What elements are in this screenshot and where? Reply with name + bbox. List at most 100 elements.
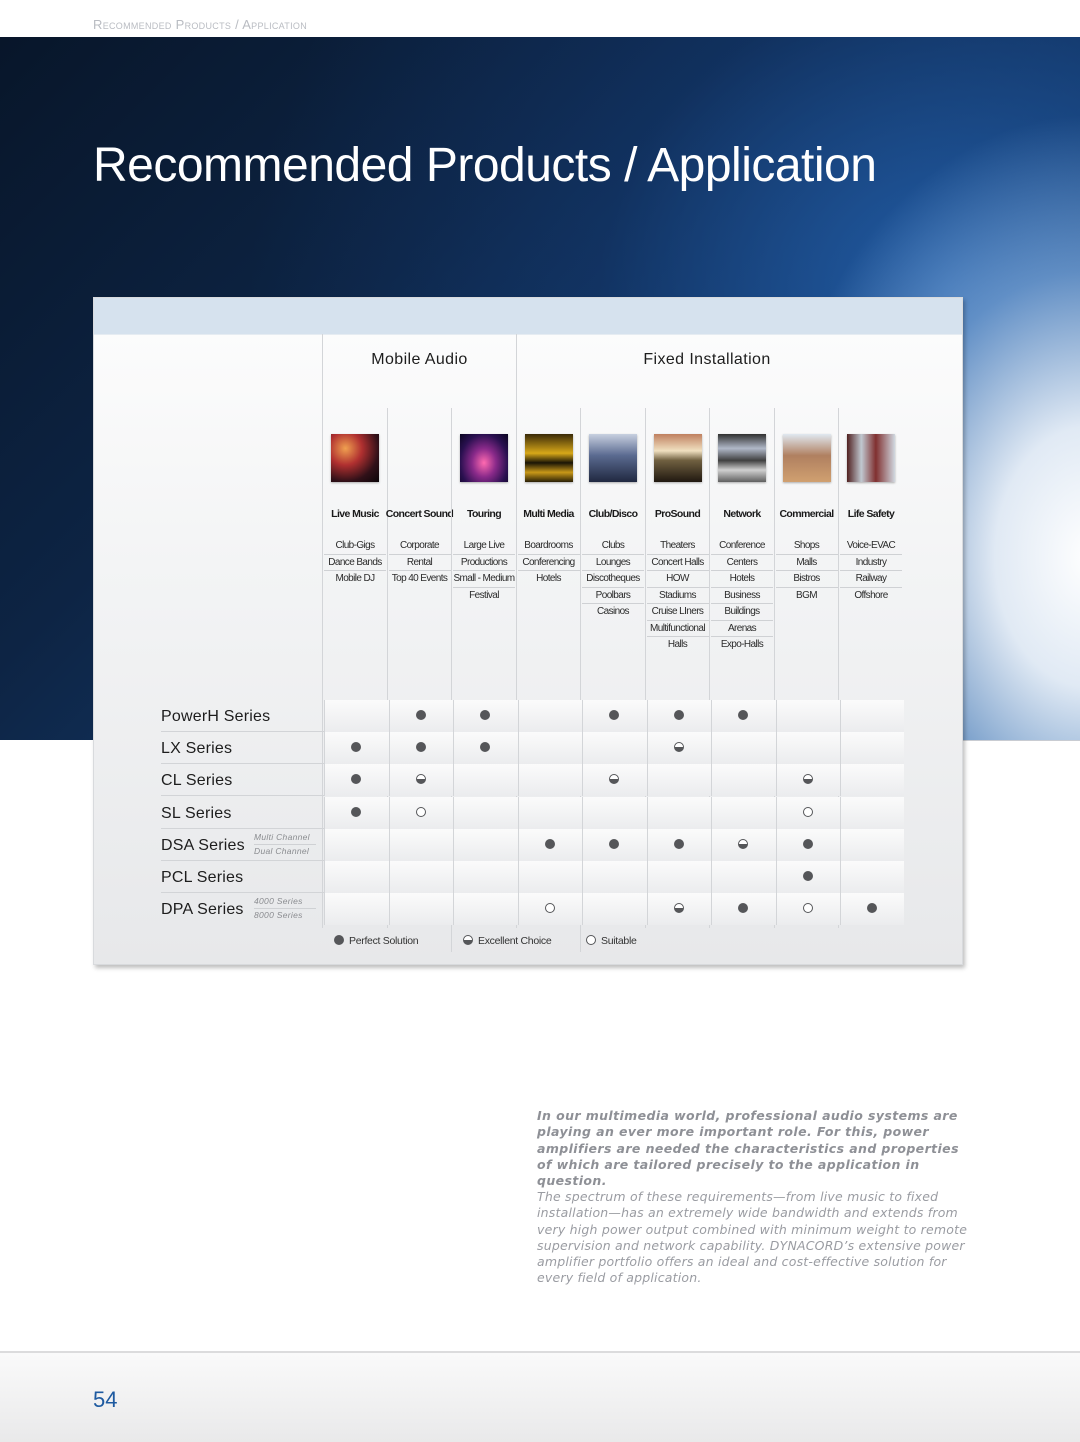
rating-cell: [582, 732, 647, 765]
prosound-photo: [653, 434, 702, 482]
rating-cell: [711, 700, 776, 732]
rating-cell: [517, 732, 583, 765]
column-title: Club/Disco: [588, 508, 638, 520]
product-name: PCL Series: [161, 869, 244, 886]
divider: [580, 928, 581, 952]
page-title: Recommended Products / Application: [93, 139, 877, 192]
rating-cell: [582, 861, 647, 893]
network-photo: [718, 434, 766, 482]
rating-cell: [711, 893, 776, 926]
intro-paragraph: In our multimedia world, professional au…: [537, 1108, 959, 1189]
application-item: Club-Gigs: [324, 538, 386, 555]
rating-cell: [646, 796, 712, 829]
application-item: Voice-EVAC: [840, 538, 902, 555]
application-column: Club/Disco Clubs Lounges Discotheques Poolba…: [580, 408, 645, 928]
rating-cell: [453, 828, 518, 861]
rating-cell: [453, 700, 518, 732]
application-item: Discotheques: [582, 571, 644, 588]
application-item: Multifunctional: [646, 621, 709, 637]
legend-excellent: Excellent Choice: [463, 934, 552, 947]
commercial-photo: [782, 434, 831, 482]
life-safety-photo: [847, 434, 895, 482]
rating-cell: [324, 732, 389, 765]
rating-cell: [775, 764, 841, 797]
application-item: Industry: [840, 555, 902, 571]
application-item: Bistros: [775, 571, 838, 588]
filled-circle-icon: [334, 935, 344, 945]
footer: 54: [0, 1351, 1080, 1442]
rating-cells: [324, 764, 905, 797]
body-paragraph: The spectrum of these requirements—from …: [537, 1189, 968, 1286]
rating-cell: [324, 764, 389, 797]
empty-circle-icon: [586, 935, 596, 945]
rating-cell: [388, 764, 454, 797]
rating-cells: [324, 796, 904, 829]
product-row: DSA Series Multi Channel Dual Channel: [149, 828, 905, 861]
rating-cell: [840, 764, 905, 797]
rating-cell: [646, 764, 712, 797]
rating-cells: [324, 700, 904, 732]
rating-cell: [775, 700, 841, 732]
application-item: Expo-Halls: [720, 639, 764, 650]
column-title: Network: [723, 508, 761, 520]
rating-cell: [711, 861, 776, 893]
filled-circle-icon: [738, 710, 748, 720]
rating-cell: [711, 828, 776, 861]
column-title: Concert Sound: [385, 508, 454, 520]
rating-cell: [711, 732, 776, 765]
rating-cell: [453, 861, 518, 893]
touring-photo: [460, 434, 508, 482]
filled-circle-icon: [351, 742, 361, 753]
application-column: Concert Sound Corporate Rental Top 40 Event…: [386, 408, 454, 928]
application-item: Casinos: [597, 606, 630, 617]
half-circle-icon: [463, 935, 473, 945]
application-item: BGM: [796, 589, 818, 601]
rating-cell: [388, 796, 454, 829]
half-circle-icon: [609, 774, 619, 785]
column-items: Conference Centers Hotels Business Buildings…: [711, 538, 773, 653]
empty-circle-icon: [415, 806, 426, 817]
column-title: Live Music: [331, 508, 379, 520]
product-variants: 4000 Series 8000 Series: [254, 895, 316, 922]
running-head: Recommended Products / Application: [93, 17, 308, 32]
application-column: Network Conference Centers Hotels Business Bu…: [709, 408, 774, 928]
rating-cells: [324, 828, 905, 861]
empty-circle-icon: [802, 806, 813, 817]
application-item: Centers: [711, 555, 773, 571]
product-name: CL Series: [161, 772, 233, 790]
filled-circle-icon: [738, 903, 748, 914]
application-item: Arenas: [711, 621, 773, 637]
rating-cell: [582, 796, 647, 829]
rating-cell: [840, 861, 905, 893]
rating-cell: [775, 893, 841, 926]
legend-label: Excellent Choice: [478, 935, 552, 947]
rating-cell: [388, 893, 454, 926]
application-column: Commercial Shops Malls Bistros BGM: [773, 408, 839, 928]
empty-circle-icon: [544, 903, 555, 914]
application-item: Railway: [840, 571, 902, 588]
filled-circle-icon: [802, 871, 813, 881]
product-row: LX Series: [149, 732, 904, 765]
rating-cell: [840, 700, 905, 732]
filled-circle-icon: [609, 838, 619, 849]
rating-cell: [517, 828, 583, 861]
product-variants: Multi Channel Dual Channel: [254, 831, 316, 858]
rating-cell: [388, 861, 454, 893]
rating-cell: [646, 732, 712, 765]
application-item: Lounges: [582, 555, 644, 571]
product-name: SL Series: [161, 804, 232, 822]
rating-cell: [388, 828, 454, 861]
legend-suitable: Suitable: [586, 934, 637, 947]
application-column: Touring Large Live Productions Small - Medi…: [451, 408, 516, 928]
product-name: DSA Series: [161, 836, 245, 854]
product-row: PowerH Series: [149, 700, 904, 732]
column-items: Large Live Productions Small - Medium Festi…: [453, 538, 515, 603]
application-item: Large Live: [453, 538, 515, 555]
rating-cell: [324, 893, 389, 926]
half-circle-icon: [415, 774, 426, 785]
legend-label: Suitable: [601, 935, 637, 947]
rating-cell: [840, 828, 905, 861]
club-disco-photo: [589, 434, 637, 482]
rating-cell: [517, 764, 583, 797]
product-row: PCL Series: [149, 861, 905, 893]
